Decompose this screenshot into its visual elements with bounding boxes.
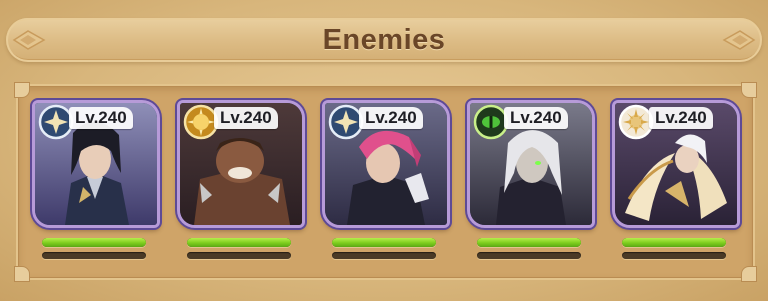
hero-portrait-card[interactable]: Lv.240 xyxy=(612,100,740,228)
enemy-slot-2[interactable]: Lv.240 xyxy=(177,100,305,270)
enemy-slot-1[interactable]: Lv.240 xyxy=(32,100,160,270)
level-badge: Lv.240 xyxy=(359,107,423,129)
enemy-slot-3[interactable]: Lv.240 xyxy=(322,100,450,270)
title-banner: Enemies xyxy=(6,18,762,62)
enemy-panel: Lv.240 Lv.240 Lv.240 Lv.240 Lv.240 xyxy=(14,82,757,282)
energy-bar xyxy=(187,252,291,259)
energy-bar xyxy=(622,252,726,259)
hero-portrait-card[interactable]: Lv.240 xyxy=(467,100,595,228)
hp-bar-fill xyxy=(477,238,581,247)
energy-bar xyxy=(332,252,436,259)
page-title: Enemies xyxy=(322,24,446,56)
hp-bar-fill xyxy=(332,238,436,247)
level-badge: Lv.240 xyxy=(69,107,133,129)
enemy-slot-4[interactable]: Lv.240 xyxy=(467,100,595,270)
hp-bar xyxy=(622,238,726,247)
level-badge: Lv.240 xyxy=(214,107,278,129)
level-badge: Lv.240 xyxy=(504,107,568,129)
hp-bar-fill xyxy=(42,238,146,247)
hero-portrait-card[interactable]: Lv.240 xyxy=(322,100,450,228)
hero-portrait-card[interactable]: Lv.240 xyxy=(32,100,160,228)
hp-bar xyxy=(42,238,146,247)
hp-bar xyxy=(332,238,436,247)
enemy-list: Lv.240 Lv.240 Lv.240 Lv.240 Lv.240 xyxy=(18,86,753,278)
energy-bar xyxy=(42,252,146,259)
enemy-slot-5[interactable]: Lv.240 xyxy=(612,100,740,270)
banner-ornament-right-icon xyxy=(722,30,756,50)
hp-bar-fill xyxy=(622,238,726,247)
level-badge: Lv.240 xyxy=(649,107,713,129)
hp-bar xyxy=(477,238,581,247)
hp-bar xyxy=(187,238,291,247)
energy-bar xyxy=(477,252,581,259)
hp-bar-fill xyxy=(187,238,291,247)
enemy-lineup-screen: Enemies Lv.240 Lv.240 Lv.240 Lv.240 Lv.2… xyxy=(0,0,768,301)
hero-portrait-card[interactable]: Lv.240 xyxy=(177,100,305,228)
